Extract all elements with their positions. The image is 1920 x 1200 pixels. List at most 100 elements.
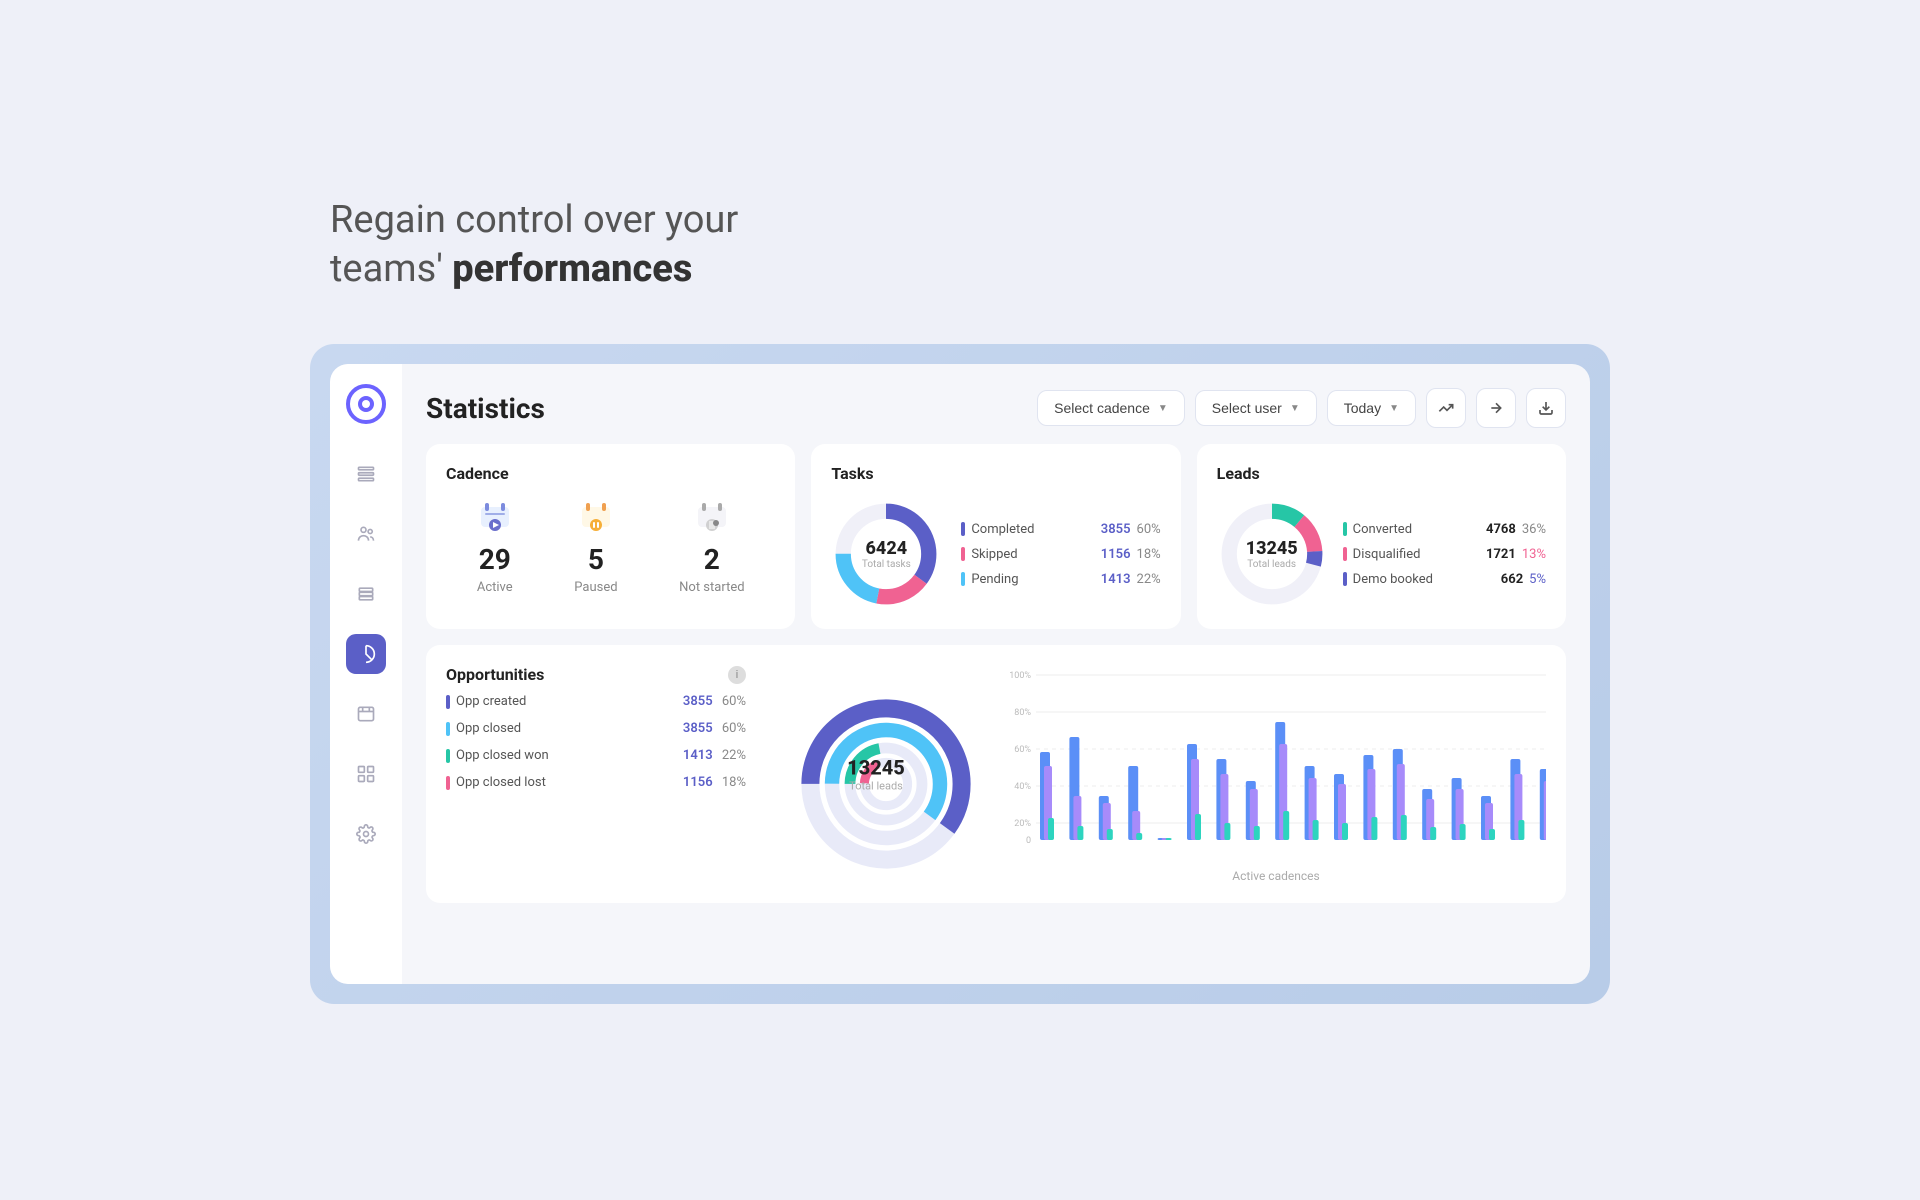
trend-up-button[interactable]	[1426, 388, 1466, 428]
cadence-active-item: 29 Active	[477, 499, 513, 595]
cadence-notstarted-icon	[694, 499, 730, 535]
active-count: 29	[479, 543, 511, 576]
paused-count: 5	[588, 543, 604, 576]
sidebar-item-grid[interactable]	[346, 754, 386, 794]
tasks-legend-skipped: Skipped 115618%	[961, 542, 1160, 567]
sidebar-item-contact[interactable]	[346, 694, 386, 734]
info-icon[interactable]: i	[728, 666, 746, 684]
svg-text:20%: 20%	[1014, 819, 1031, 829]
svg-text:80%: 80%	[1014, 708, 1031, 718]
date-select-button[interactable]: Today ▼	[1327, 390, 1416, 426]
cadence-label: Select cadence	[1054, 400, 1150, 416]
cadence-card: Cadence 29 Active	[426, 444, 795, 629]
cadence-card-title: Cadence	[446, 464, 775, 483]
page-title: Statistics	[426, 392, 545, 425]
leads-content: 13245 Total leads Converted 476836%	[1217, 499, 1546, 609]
user-chevron-icon: ▼	[1290, 403, 1300, 414]
leads-legend-disqualified: Disqualified 172113%	[1343, 542, 1546, 567]
opportunities-header: Opportunities i	[446, 665, 746, 684]
page-header: Statistics Select cadence ▼ Select user …	[426, 388, 1566, 428]
svg-text:0: 0	[1026, 836, 1031, 846]
tasks-donut-chart: 6424 Total tasks	[831, 499, 941, 609]
tasks-content: 6424 Total tasks Completed 385560%	[831, 499, 1160, 609]
user-select-button[interactable]: Select user ▼	[1195, 390, 1317, 426]
date-chevron-icon: ▼	[1389, 403, 1399, 414]
opp-row-closed-lost: Opp closed lost 1156 18%	[446, 775, 746, 790]
app-logo	[346, 384, 386, 424]
leads-total-label: Total leads	[1246, 559, 1298, 570]
hero-line1: Regain control over your	[330, 198, 738, 242]
date-label: Today	[1344, 400, 1381, 416]
sidebar-item-chart[interactable]	[346, 634, 386, 674]
svg-text:60%: 60%	[1014, 745, 1031, 755]
svg-text:100%: 100%	[1009, 671, 1031, 681]
sidebar-item-team[interactable]	[346, 514, 386, 554]
cadence-paused-item: 5 Paused	[574, 499, 617, 595]
sidebar	[330, 364, 402, 984]
opportunities-card: Opportunities i Opp created 3855 60% Opp…	[426, 645, 1566, 903]
compare-button[interactable]	[1476, 388, 1516, 428]
sidebar-item-settings[interactable]	[346, 814, 386, 854]
cadence-notstarted-item: 2 Not started	[679, 499, 744, 595]
main-content: Statistics Select cadence ▼ Select user …	[402, 364, 1590, 984]
leads-legend: Converted 476836% Disqualified 172113% D…	[1343, 517, 1546, 592]
completed-dot	[961, 522, 965, 536]
opp-won-dot	[446, 749, 450, 763]
hero-line2-normal: teams'	[330, 247, 443, 291]
pending-dot	[961, 572, 965, 586]
tasks-legend-pending: Pending 141322%	[961, 567, 1160, 592]
tasks-card: Tasks	[811, 444, 1180, 629]
user-label: Select user	[1212, 400, 1282, 416]
opportunities-title: Opportunities	[446, 665, 544, 684]
sidebar-item-list[interactable]	[346, 454, 386, 494]
leads-total-number: 13245	[1246, 538, 1298, 559]
notstarted-label: Not started	[679, 580, 744, 595]
paused-label: Paused	[574, 580, 617, 595]
tasks-total-label: Total tasks	[862, 559, 911, 570]
cadence-chevron-icon: ▼	[1158, 403, 1168, 414]
sidebar-item-stack[interactable]	[346, 574, 386, 614]
tasks-legend-completed: Completed 385560%	[961, 517, 1160, 542]
opp-row-closed-won: Opp closed won 1413 22%	[446, 748, 746, 763]
bar-chart-label: Active cadences	[1006, 869, 1546, 883]
leads-legend-demo: Demo booked 6625%	[1343, 567, 1546, 592]
tasks-total-number: 6424	[862, 538, 911, 559]
hero-title: Regain control over your teams' performa…	[330, 196, 1550, 295]
cadence-items: 29 Active 5 Paused	[446, 499, 775, 595]
leads-donut-chart: 13245 Total leads	[1217, 499, 1327, 609]
leads-card: Leads	[1197, 444, 1566, 629]
opp-total-number: 13245	[847, 756, 905, 780]
opportunities-donut-chart: 13245 Total leads	[796, 694, 956, 854]
opportunities-donut: 13245 Total leads	[766, 665, 986, 883]
download-button[interactable]	[1526, 388, 1566, 428]
tasks-legend: Completed 385560% Skipped 115618% Pendin…	[961, 517, 1160, 592]
opportunities-legend: Opp created 3855 60% Opp closed 3855 60%…	[446, 694, 746, 790]
bar-chart-svg: 100% 80% 60% 40% 20% 0	[1006, 665, 1546, 855]
tasks-card-title: Tasks	[831, 464, 1160, 483]
app-inner: Statistics Select cadence ▼ Select user …	[330, 364, 1590, 984]
opp-closed-dot	[446, 722, 450, 736]
opp-lost-dot	[446, 776, 450, 790]
opp-row-closed: Opp closed 3855 60%	[446, 721, 746, 736]
top-cards-row: Cadence 29 Active	[426, 444, 1566, 629]
active-label: Active	[477, 580, 513, 595]
cadence-paused-icon	[578, 499, 614, 535]
demo-dot	[1343, 572, 1347, 586]
converted-dot	[1343, 522, 1347, 536]
header-controls: Select cadence ▼ Select user ▼ Today ▼	[1037, 388, 1566, 428]
disqualified-dot	[1343, 547, 1347, 561]
opp-created-dot	[446, 695, 450, 709]
cadence-active-icon	[477, 499, 513, 535]
leads-legend-converted: Converted 476836%	[1343, 517, 1546, 542]
opp-row-created: Opp created 3855 60%	[446, 694, 746, 709]
skipped-dot	[961, 547, 965, 561]
notstarted-count: 2	[704, 543, 720, 576]
svg-text:40%: 40%	[1014, 782, 1031, 792]
opportunities-bar-chart: 100% 80% 60% 40% 20% 0 Active cadences	[1006, 665, 1546, 883]
leads-card-title: Leads	[1217, 464, 1546, 483]
opp-total-label: Total leads	[847, 780, 905, 793]
app-container: Statistics Select cadence ▼ Select user …	[310, 344, 1610, 1004]
opportunities-left: Opportunities i Opp created 3855 60% Opp…	[446, 665, 746, 883]
hero-line2-bold: performances	[452, 247, 692, 291]
cadence-select-button[interactable]: Select cadence ▼	[1037, 390, 1185, 426]
